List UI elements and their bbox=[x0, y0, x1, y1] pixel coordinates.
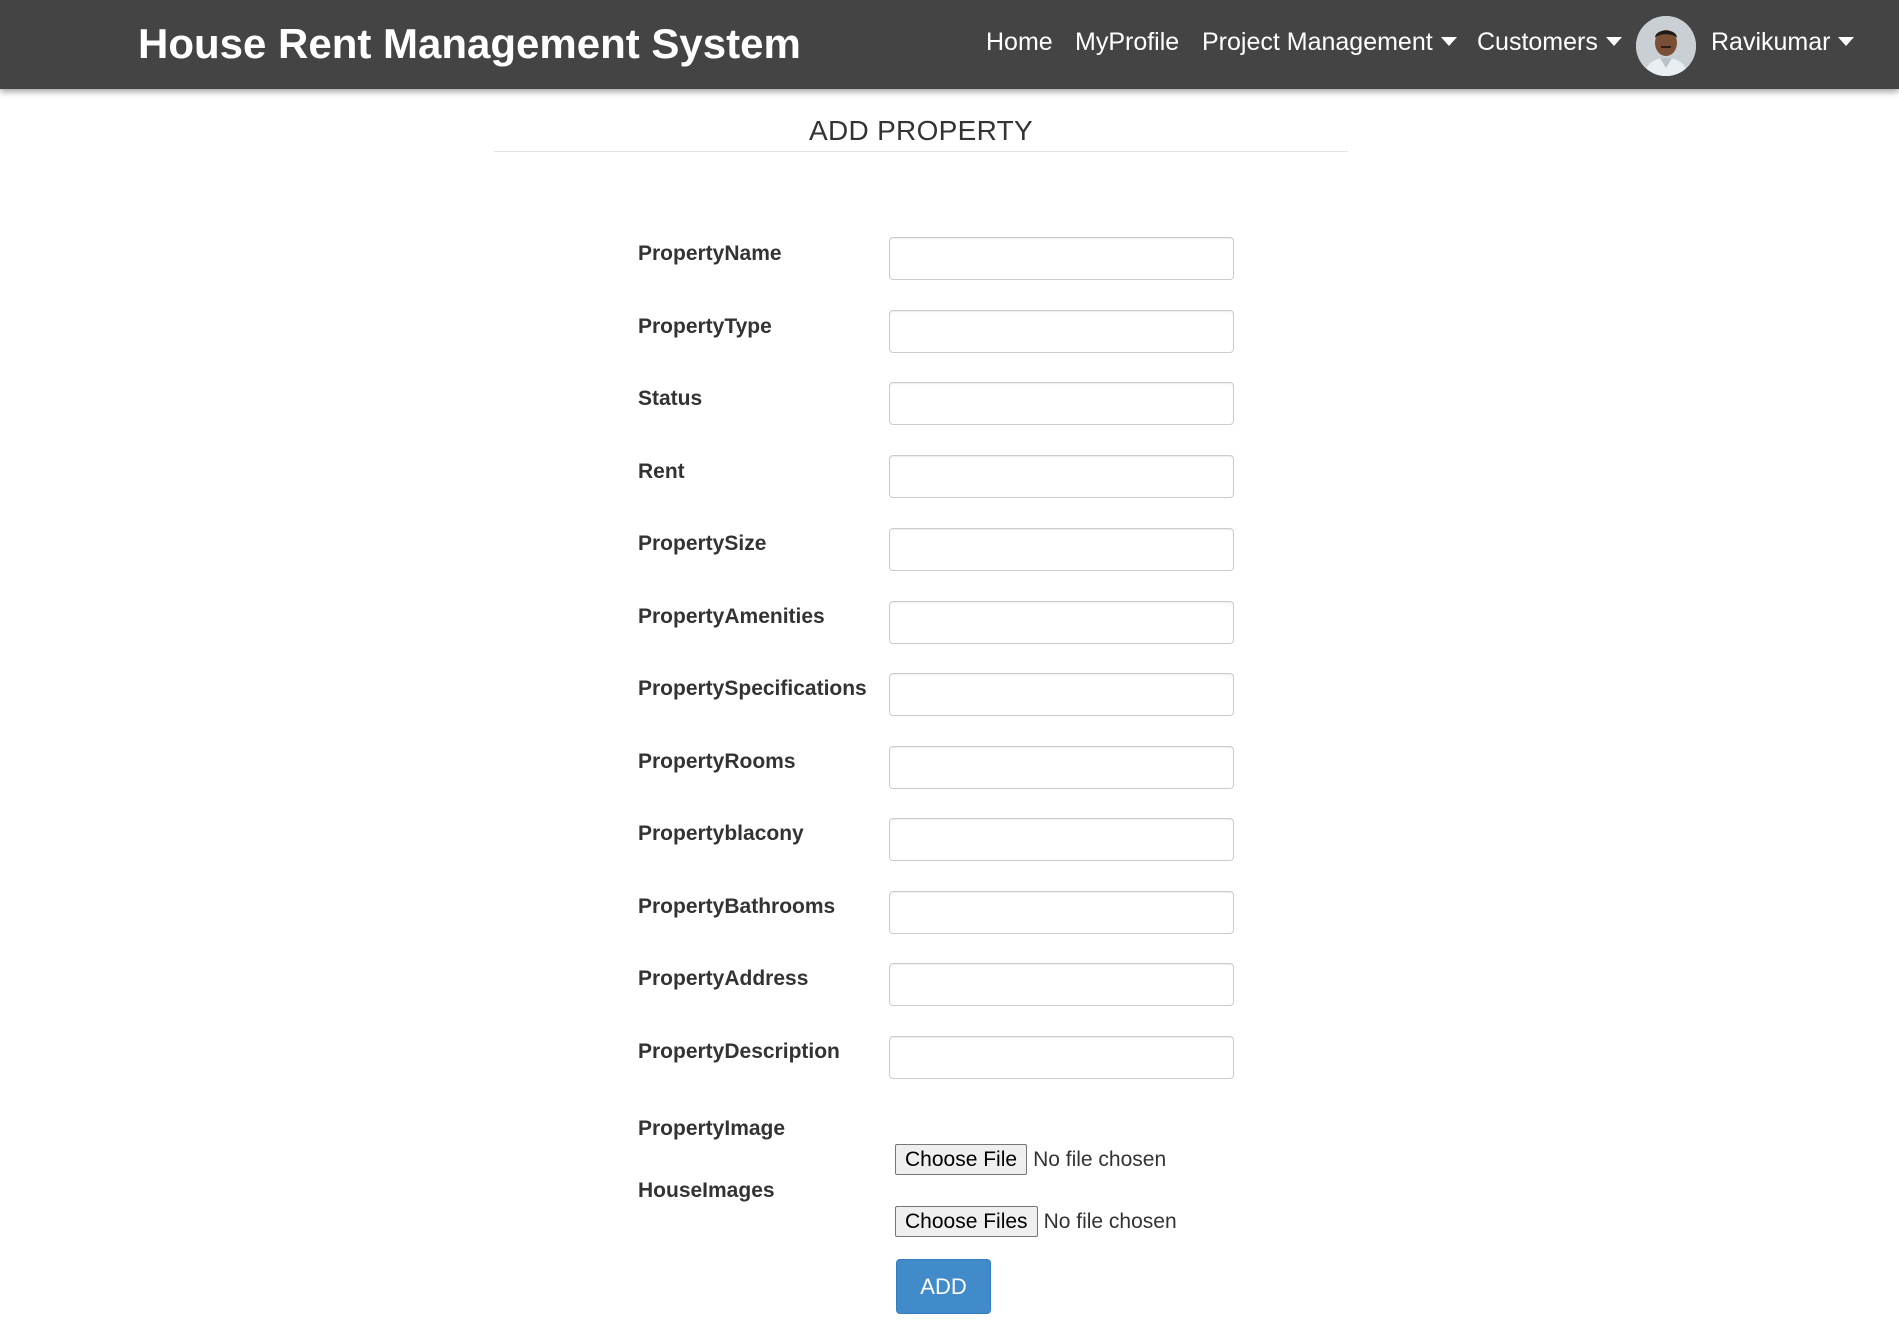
nav-user-dropdown[interactable]: Ravikumar bbox=[1711, 28, 1855, 57]
nav-project-management-label: Project Management bbox=[1202, 28, 1433, 56]
property-rooms-label: PropertyRooms bbox=[638, 750, 796, 773]
property-specifications-input[interactable] bbox=[889, 673, 1234, 716]
house-images-file-status: No file chosen bbox=[1043, 1209, 1177, 1233]
nav-home-link[interactable]: Home bbox=[986, 28, 1053, 57]
nav-customers-dropdown[interactable]: Customers bbox=[1477, 28, 1622, 57]
property-balcony-label: Propertyblacony bbox=[638, 822, 804, 845]
page-title: ADD PROPERTY bbox=[808, 115, 1034, 146]
property-size-input[interactable] bbox=[889, 528, 1234, 571]
property-balcony-input[interactable] bbox=[889, 818, 1234, 861]
status-input[interactable] bbox=[889, 382, 1234, 425]
property-bathrooms-input[interactable] bbox=[889, 891, 1234, 934]
status-label: Status bbox=[638, 387, 703, 410]
nav-customers-label: Customers bbox=[1477, 28, 1598, 56]
property-type-input[interactable] bbox=[889, 310, 1234, 353]
property-address-label: PropertyAddress bbox=[638, 967, 809, 990]
property-image-file-input: Choose File No file chosen bbox=[895, 1144, 1166, 1175]
house-images-label: HouseImages bbox=[638, 1179, 775, 1202]
choose-file-button[interactable]: Choose File bbox=[895, 1144, 1028, 1175]
caret-down-icon bbox=[1605, 36, 1622, 46]
property-address-input[interactable] bbox=[889, 963, 1234, 1006]
property-image-label: PropertyImage bbox=[638, 1117, 786, 1140]
property-type-label: PropertyType bbox=[638, 315, 772, 338]
top-navbar: House Rent Management System Home MyProf… bbox=[0, 0, 1899, 89]
property-bathrooms-label: PropertyBathrooms bbox=[638, 895, 836, 918]
add-property-button[interactable]: ADD bbox=[896, 1259, 991, 1314]
title-divider bbox=[494, 151, 1348, 152]
property-description-label: PropertyDescription bbox=[638, 1040, 840, 1063]
property-name-label: PropertyName bbox=[638, 242, 782, 265]
property-name-input[interactable] bbox=[889, 237, 1234, 280]
nav-project-management-dropdown[interactable]: Project Management bbox=[1202, 28, 1457, 57]
property-rooms-input[interactable] bbox=[889, 746, 1234, 789]
nav-user-label: Ravikumar bbox=[1711, 28, 1831, 56]
property-amenities-label: PropertyAmenities bbox=[638, 605, 825, 628]
user-avatar[interactable] bbox=[1636, 16, 1696, 76]
property-image-file-status: No file chosen bbox=[1033, 1147, 1167, 1171]
nav-myprofile-link[interactable]: MyProfile bbox=[1075, 28, 1179, 57]
choose-files-button[interactable]: Choose Files bbox=[895, 1206, 1038, 1237]
property-description-input[interactable] bbox=[889, 1036, 1234, 1079]
property-amenities-input[interactable] bbox=[889, 601, 1234, 644]
house-images-file-input: Choose Files No file chosen bbox=[895, 1206, 1177, 1237]
property-specifications-label: PropertySpecifications bbox=[638, 677, 867, 700]
rent-label: Rent bbox=[638, 460, 685, 483]
property-size-label: PropertySize bbox=[638, 532, 767, 555]
caret-down-icon bbox=[1440, 36, 1457, 46]
caret-down-icon bbox=[1838, 36, 1855, 46]
brand-title[interactable]: House Rent Management System bbox=[138, 20, 801, 68]
rent-input[interactable] bbox=[889, 455, 1234, 498]
user-photo-icon bbox=[1636, 16, 1696, 76]
